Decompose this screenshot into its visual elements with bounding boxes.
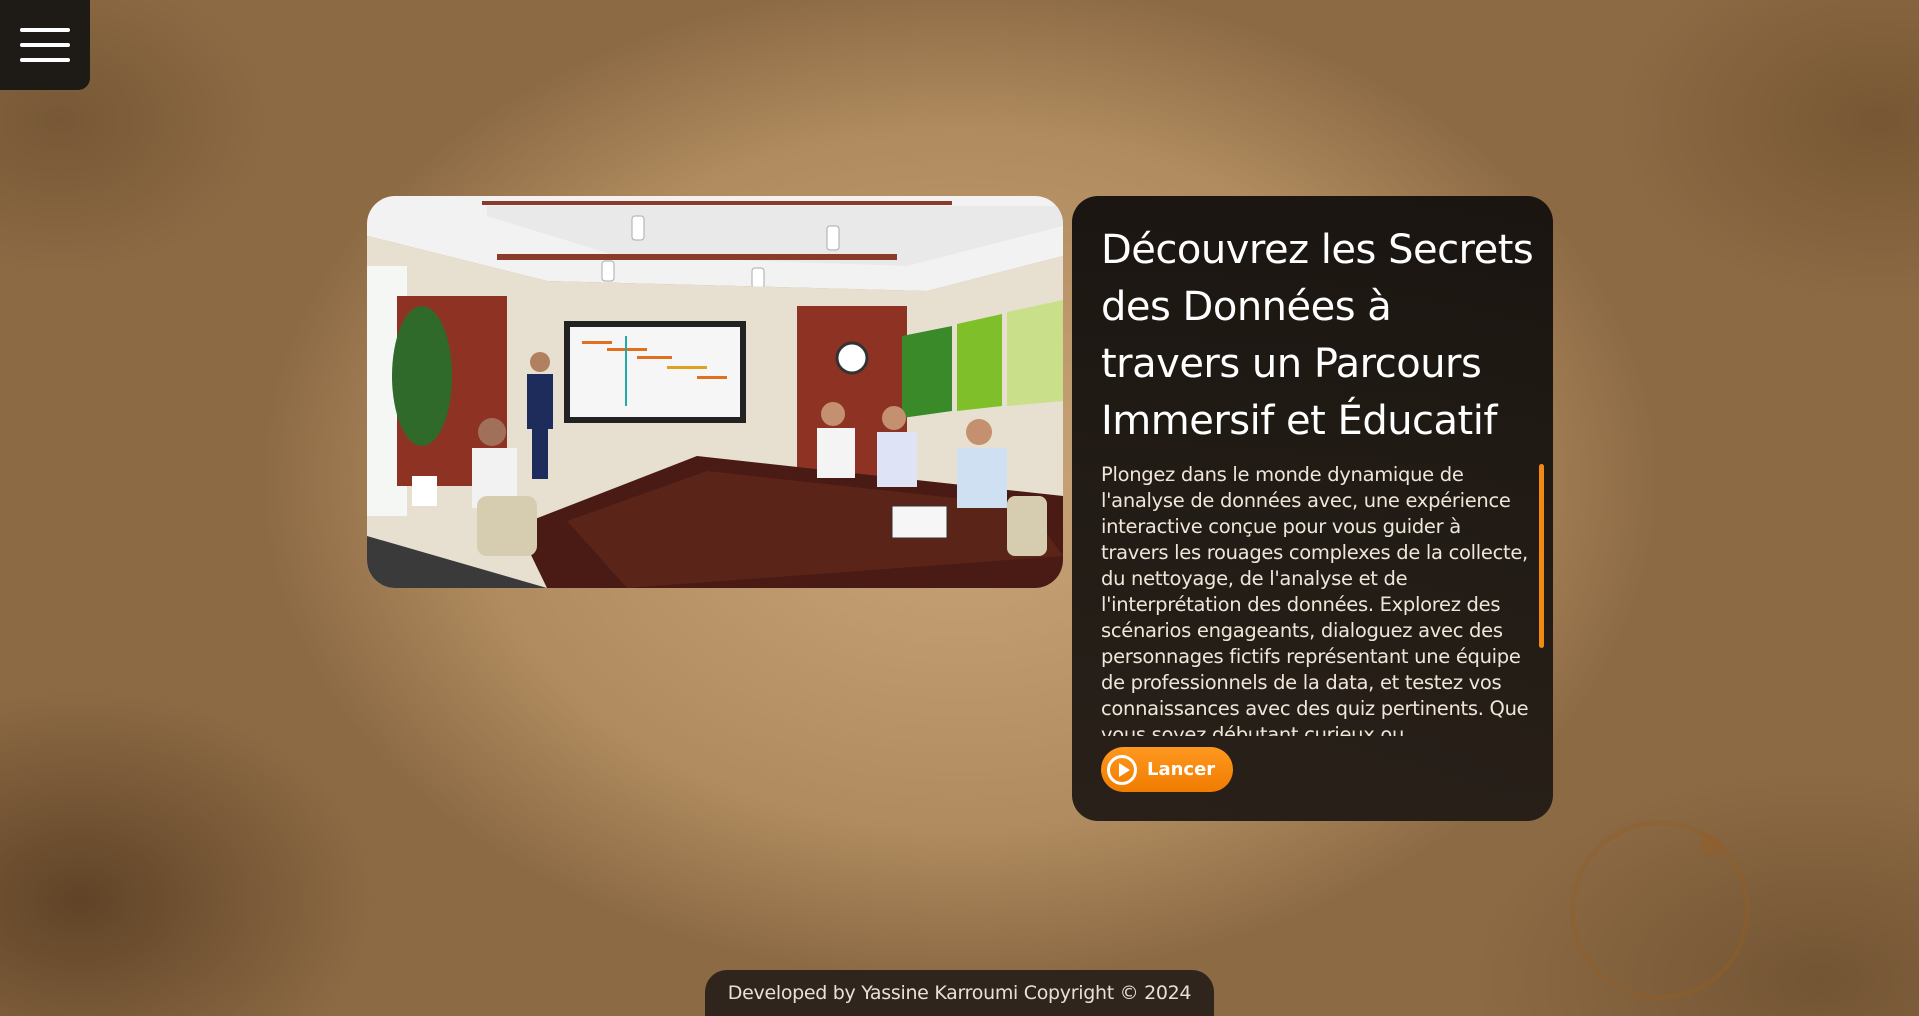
coffee-stain: [1570, 820, 1750, 1000]
menu-button[interactable]: [0, 0, 90, 90]
play-circle-icon: [1107, 754, 1137, 785]
card-description: Plongez dans le monde dynamique de l'ana…: [1101, 463, 1529, 736]
intro-card: Découvrez les Secrets des Données à trav…: [1072, 196, 1553, 821]
hamburger-menu-icon: [20, 28, 70, 32]
footer-text: Developed by Yassine Karroumi Copyright …: [727, 982, 1192, 1004]
description-scrollbar[interactable]: [1539, 464, 1544, 648]
launch-button[interactable]: Lancer: [1101, 747, 1233, 792]
hamburger-line: [20, 58, 70, 62]
launch-button-label: Lancer: [1147, 759, 1216, 780]
conference-room-illustration: [367, 196, 1063, 588]
hero-image: [367, 196, 1063, 588]
card-title: Découvrez les Secrets des Données à trav…: [1101, 227, 1534, 444]
hamburger-line: [20, 43, 70, 47]
description-scroll-area[interactable]: Plongez dans le monde dynamique de l'ana…: [1101, 462, 1531, 736]
coffee-stain: [1700, 835, 1722, 857]
footer: Developed by Yassine Karroumi Copyright …: [705, 970, 1214, 1016]
